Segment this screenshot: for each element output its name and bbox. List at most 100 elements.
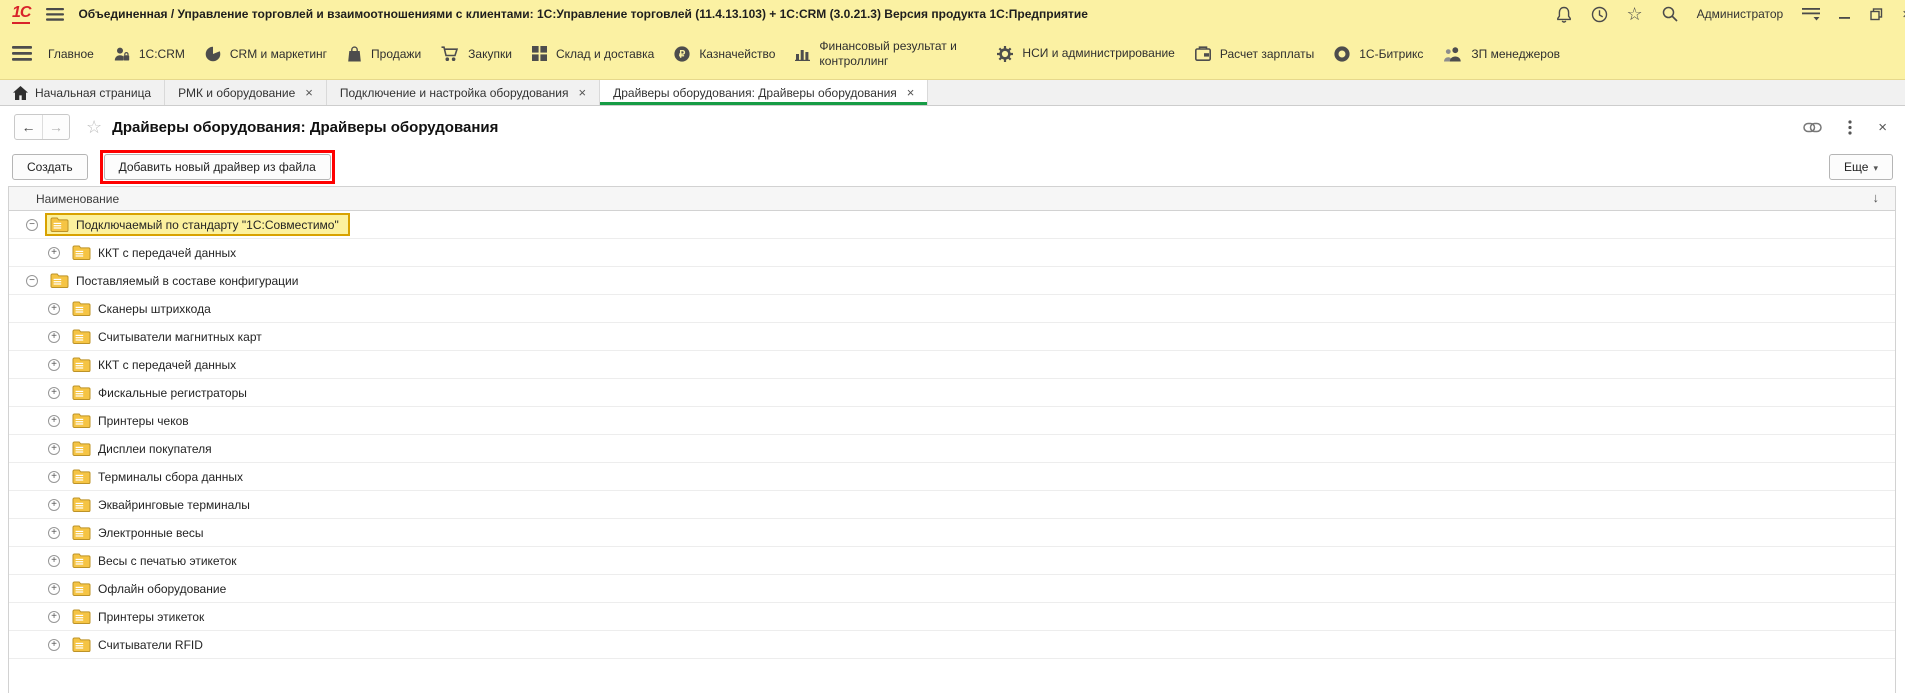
tree-row[interactable]: +Считыватели магнитных карт — [9, 323, 1895, 351]
more-dots-icon[interactable] — [1848, 120, 1852, 135]
service-menu-icon[interactable] — [1802, 7, 1820, 21]
folder-icon — [72, 581, 91, 596]
ribbon-section-label: НСИ и администрирование — [1022, 46, 1174, 60]
get-link-icon[interactable] — [1803, 122, 1822, 133]
minimize-icon[interactable] — [1839, 8, 1851, 20]
main-menu-icon[interactable] — [46, 8, 64, 21]
expand-icon[interactable]: + — [48, 247, 60, 259]
folder-icon — [72, 441, 91, 456]
tab-home[interactable]: Начальная страница — [0, 80, 165, 105]
ribbon-section-raschet-zarplaty[interactable]: Расчет зарплаты — [1195, 46, 1314, 61]
tree-row[interactable]: + Офлайн оборудование — [9, 575, 1895, 603]
tab-label: Драйверы оборудования: Драйверы оборудов… — [613, 86, 897, 100]
favorites-icon[interactable]: ☆ — [1627, 4, 1643, 25]
tree-row[interactable]: + Дисплеи покупателя — [9, 435, 1895, 463]
tree-row[interactable]: + ККТ с передачей данных — [9, 351, 1895, 379]
tab-rmk[interactable]: РМК и оборудование× — [165, 80, 327, 105]
cell: Эквайринговые терминалы — [67, 493, 261, 516]
cell: Терминалы сбора данных — [67, 465, 254, 488]
column-header-name[interactable]: Наименование ↓ — [9, 186, 1895, 211]
cell: Дисплеи покупателя — [67, 437, 223, 460]
expand-icon[interactable]: + — [48, 303, 60, 315]
history-icon[interactable] — [1591, 6, 1608, 23]
expand-icon[interactable]: + — [48, 443, 60, 455]
ribbon-section-glavnoe[interactable]: Главное — [48, 47, 94, 61]
ribbon-section-prodazhi[interactable]: Продажи — [347, 46, 421, 62]
expand-icon[interactable]: + — [48, 611, 60, 623]
ribbon-section-1c-crm[interactable]: 1С:CRM — [114, 46, 185, 62]
tree-row[interactable]: + Терминалы сбора данных — [9, 463, 1895, 491]
ribbon-section-finrezultat[interactable]: Финансовый результат и контроллинг — [795, 39, 977, 68]
page-title: Драйверы оборудования: Драйверы оборудов… — [112, 119, 498, 136]
ribbon-section-sklad-dostavka[interactable]: Склад и доставка — [532, 46, 654, 61]
expand-icon[interactable]: + — [48, 527, 60, 539]
restore-icon[interactable] — [1870, 8, 1883, 21]
folder-icon — [72, 525, 91, 540]
ribbon-section-label: ЗП менеджеров — [1471, 47, 1560, 61]
folder-icon — [72, 469, 91, 484]
command-bar: Создать Добавить новый драйвер из файла … — [0, 148, 1905, 186]
close-form-icon[interactable]: × — [1878, 119, 1887, 136]
search-icon[interactable] — [1662, 6, 1678, 22]
expand-icon[interactable]: + — [48, 555, 60, 567]
forward-button[interactable]: → — [42, 115, 69, 139]
ribbon-section-kaznacheystvo[interactable]: ₽Казначейство — [674, 46, 775, 62]
add-from-file-button[interactable]: Добавить новый драйвер из файла — [104, 154, 331, 180]
collapse-icon[interactable]: − — [26, 275, 38, 287]
ribbon-section-zakupki[interactable]: Закупки — [441, 46, 512, 62]
create-button[interactable]: Создать — [12, 154, 88, 180]
tree-row[interactable]: +Сканеры штрихкода — [9, 295, 1895, 323]
cell: ККТ с передачей данных — [67, 353, 247, 376]
sections-menu-icon[interactable] — [12, 46, 32, 61]
ribbon-section-label: Склад и доставка — [556, 47, 654, 61]
tree-row[interactable]: + Эквайринговые терминалы — [9, 491, 1895, 519]
notifications-icon[interactable] — [1556, 6, 1572, 23]
tree-row[interactable]: −Поставляемый в составе конфигурации — [9, 267, 1895, 295]
ribbon-section-crm-marketing[interactable]: CRM и маркетинг — [205, 46, 327, 62]
folder-icon — [72, 497, 91, 512]
tree-row[interactable]: −Подключаемый по стандарту "1С:Совместим… — [9, 211, 1895, 239]
ribbon-section-nsi-admin[interactable]: НСИ и администрирование — [997, 46, 1174, 62]
tree-row[interactable]: +Принтеры чеков — [9, 407, 1895, 435]
expand-icon[interactable]: + — [48, 415, 60, 427]
more-button[interactable]: Еще▾ — [1829, 154, 1893, 180]
collapse-icon[interactable]: − — [26, 219, 38, 231]
tree-row[interactable]: + Фискальные регистраторы — [9, 379, 1895, 407]
expand-icon[interactable]: + — [48, 331, 60, 343]
tree-row[interactable]: +Принтеры этикеток — [9, 603, 1895, 631]
folder-icon — [72, 329, 91, 344]
donut-icon — [1334, 46, 1350, 62]
tree-row[interactable]: +Считыватели RFID — [9, 631, 1895, 659]
cell: Электронные весы — [67, 521, 215, 544]
tab-close-icon[interactable]: × — [907, 85, 915, 100]
people-icon — [1443, 46, 1462, 62]
tree-row[interactable]: +ККТ с передачей данных — [9, 239, 1895, 267]
expand-icon[interactable]: + — [48, 583, 60, 595]
current-user[interactable]: Администратор — [1697, 7, 1784, 21]
grid-icon — [532, 46, 547, 61]
ribbon-section-1c-bitrix[interactable]: 1С-Битрикс — [1334, 46, 1423, 62]
expand-icon[interactable]: + — [48, 471, 60, 483]
row-label: Офлайн оборудование — [98, 582, 226, 596]
tree-row[interactable]: + Электронные весы — [9, 519, 1895, 547]
expand-icon[interactable]: + — [48, 359, 60, 371]
tab-close-icon[interactable]: × — [305, 85, 313, 100]
row-label: Фискальные регистраторы — [98, 386, 247, 400]
expand-icon[interactable]: + — [48, 499, 60, 511]
cart-icon — [441, 46, 459, 62]
ribbon-section-zp-managerov[interactable]: ЗП менеджеров — [1443, 46, 1560, 62]
tab-close-icon[interactable]: × — [579, 85, 587, 100]
svg-text:₽: ₽ — [679, 49, 686, 60]
folder-icon — [72, 637, 91, 652]
row-label: ККТ с передачей данных — [98, 358, 236, 372]
back-button[interactable]: ← — [15, 115, 42, 139]
tab-podkluchenie[interactable]: Подключение и настройка оборудования× — [327, 80, 600, 105]
tree-row[interactable]: +Весы с печатью этикеток — [9, 547, 1895, 575]
tree-rows: −Подключаемый по стандарту "1С:Совместим… — [9, 211, 1895, 659]
tab-drivers[interactable]: Драйверы оборудования: Драйверы оборудов… — [600, 80, 928, 105]
expand-icon[interactable]: + — [48, 639, 60, 651]
expand-icon[interactable]: + — [48, 387, 60, 399]
row-label: Дисплеи покупателя — [98, 442, 212, 456]
favorite-star-icon[interactable]: ☆ — [86, 117, 102, 138]
folder-icon — [50, 217, 69, 232]
